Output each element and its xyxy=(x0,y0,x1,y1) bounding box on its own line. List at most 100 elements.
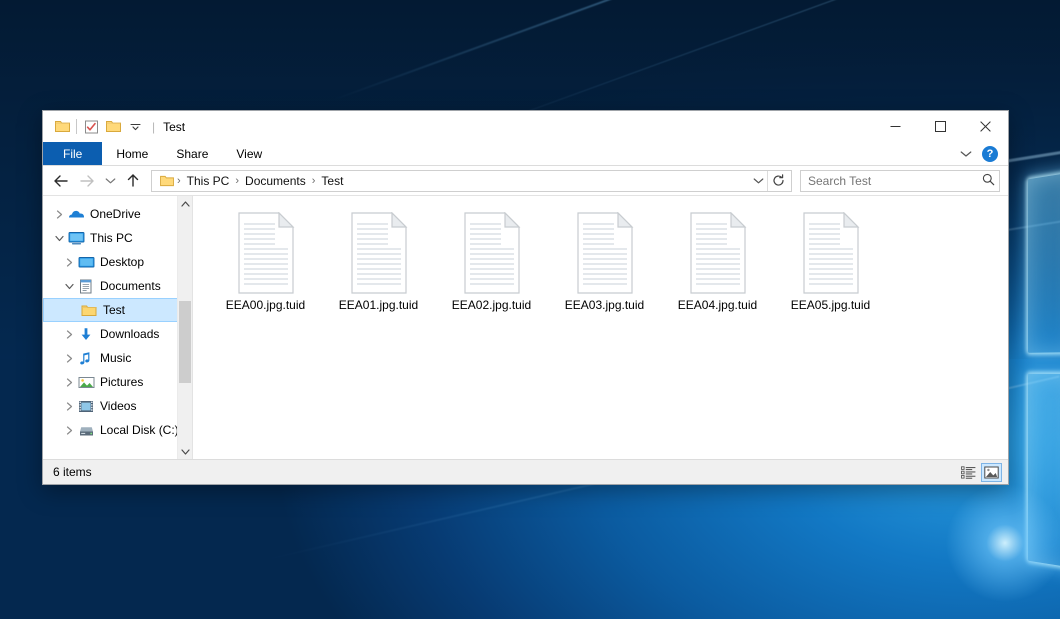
list-item[interactable]: EEA02.jpg.tuid xyxy=(435,208,548,326)
quick-access-toolbar xyxy=(43,111,146,142)
generic-file-icon xyxy=(685,212,751,294)
tab-home[interactable]: Home xyxy=(102,142,162,165)
file-list-area[interactable]: EEA00.jpg.tuid EEA01.j xyxy=(193,196,1008,459)
address-dropdown-icon[interactable] xyxy=(749,177,767,185)
file-name-label: EEA00.jpg.tuid xyxy=(226,298,305,312)
chevron-right-icon[interactable] xyxy=(61,258,77,267)
chevron-right-icon[interactable] xyxy=(61,402,77,411)
list-item[interactable]: EEA01.jpg.tuid xyxy=(322,208,435,326)
file-grid: EEA00.jpg.tuid EEA01.j xyxy=(193,196,1008,326)
sidebar-item-desktop[interactable]: Desktop xyxy=(43,250,192,274)
chevron-down-icon[interactable] xyxy=(51,235,67,242)
navigation-scrollbar[interactable] xyxy=(177,196,192,459)
address-folder-icon xyxy=(157,175,176,187)
sidebar-item-label: This PC xyxy=(90,231,133,245)
item-count-label: 6 items xyxy=(53,465,92,479)
scroll-down-icon[interactable] xyxy=(178,444,192,459)
sidebar-item-label: Documents xyxy=(100,279,161,293)
refresh-button[interactable] xyxy=(767,171,789,191)
picture-icon xyxy=(77,374,95,390)
status-bar: 6 items xyxy=(43,459,1008,484)
chevron-down-icon[interactable] xyxy=(61,283,77,290)
generic-file-icon xyxy=(346,212,412,294)
window-title: | Test xyxy=(152,111,185,142)
up-button[interactable] xyxy=(121,169,145,193)
desktop: | Test File Home Share View xyxy=(0,0,1060,619)
chevron-down-icon[interactable] xyxy=(124,116,146,138)
large-icons-view-button[interactable] xyxy=(981,463,1002,482)
sidebar-item-this-pc[interactable]: This PC xyxy=(43,226,192,250)
sidebar-item-videos[interactable]: Videos xyxy=(43,394,192,418)
list-item[interactable]: EEA00.jpg.tuid xyxy=(209,208,322,326)
download-icon xyxy=(77,326,95,342)
tab-file[interactable]: File xyxy=(43,142,102,165)
forward-button[interactable] xyxy=(75,169,99,193)
cloud-icon xyxy=(67,206,85,222)
properties-icon[interactable] xyxy=(80,116,102,138)
scrollbar-thumb[interactable] xyxy=(179,301,191,383)
window-controls xyxy=(873,111,1008,142)
sidebar-item-local-disk-c[interactable]: Local Disk (C:) xyxy=(43,418,192,442)
sidebar-item-downloads[interactable]: Downloads xyxy=(43,322,192,346)
search-box[interactable] xyxy=(800,170,1000,192)
list-item[interactable]: EEA03.jpg.tuid xyxy=(548,208,661,326)
sidebar-item-label: Local Disk (C:) xyxy=(100,423,179,437)
help-icon[interactable]: ? xyxy=(982,146,998,162)
file-name-label: EEA05.jpg.tuid xyxy=(791,298,870,312)
file-name-label: EEA01.jpg.tuid xyxy=(339,298,418,312)
monitor-icon xyxy=(67,230,85,246)
sidebar-item-documents[interactable]: Documents xyxy=(43,274,192,298)
sidebar-item-label: Pictures xyxy=(100,375,143,389)
generic-file-icon xyxy=(572,212,638,294)
breadcrumb: › This PC › Documents › Test xyxy=(176,171,749,191)
chevron-right-icon[interactable] xyxy=(51,210,67,219)
scroll-up-icon[interactable] xyxy=(178,196,192,211)
breadcrumb-this-pc[interactable]: This PC xyxy=(182,171,235,191)
navigation-tree: OneDrive This PC xyxy=(43,196,192,442)
recent-locations-chevron-icon[interactable] xyxy=(101,169,119,193)
desktop-icon xyxy=(77,254,95,270)
sidebar-item-label: Downloads xyxy=(100,327,159,341)
expand-ribbon-chevron-icon[interactable] xyxy=(960,147,972,161)
chevron-right-icon[interactable] xyxy=(61,426,77,435)
generic-file-icon xyxy=(233,212,299,294)
address-field[interactable]: › This PC › Documents › Test xyxy=(151,170,792,192)
back-button[interactable] xyxy=(49,169,73,193)
sidebar-item-test[interactable]: Test xyxy=(43,298,192,322)
generic-file-icon xyxy=(459,212,525,294)
window-body: OneDrive This PC xyxy=(43,196,1008,459)
tab-share[interactable]: Share xyxy=(162,142,222,165)
chevron-right-icon[interactable] xyxy=(61,354,77,363)
file-name-label: EEA04.jpg.tuid xyxy=(678,298,757,312)
details-view-button[interactable] xyxy=(958,463,979,482)
list-item[interactable]: EEA05.jpg.tuid xyxy=(774,208,887,326)
close-button[interactable] xyxy=(963,111,1008,142)
tab-view[interactable]: View xyxy=(222,142,276,165)
view-buttons xyxy=(958,463,1002,482)
chevron-right-icon[interactable] xyxy=(61,330,77,339)
sidebar-item-label: Test xyxy=(103,303,125,317)
breadcrumb-test[interactable]: Test xyxy=(316,171,348,191)
sidebar-item-music[interactable]: Music xyxy=(43,346,192,370)
sidebar-item-pictures[interactable]: Pictures xyxy=(43,370,192,394)
disk-icon xyxy=(77,422,95,438)
sidebar-item-onedrive[interactable]: OneDrive xyxy=(43,202,192,226)
generic-file-icon xyxy=(798,212,864,294)
search-input[interactable] xyxy=(808,174,982,188)
toolbar-separator xyxy=(76,119,77,134)
sidebar-item-label: OneDrive xyxy=(90,207,141,221)
title-separator: | xyxy=(152,120,155,134)
folder-icon[interactable] xyxy=(51,116,73,138)
minimize-button[interactable] xyxy=(873,111,918,142)
file-explorer-window: | Test File Home Share View xyxy=(42,110,1009,485)
new-folder-icon[interactable] xyxy=(102,116,124,138)
window-title-text: Test xyxy=(163,120,185,134)
breadcrumb-documents[interactable]: Documents xyxy=(240,171,311,191)
document-icon xyxy=(77,278,95,294)
ribbon-right-controls: ? xyxy=(960,142,1008,165)
chevron-right-icon[interactable] xyxy=(61,378,77,387)
list-item[interactable]: EEA04.jpg.tuid xyxy=(661,208,774,326)
folder-icon xyxy=(80,302,98,318)
search-icon[interactable] xyxy=(982,173,995,189)
maximize-button[interactable] xyxy=(918,111,963,142)
